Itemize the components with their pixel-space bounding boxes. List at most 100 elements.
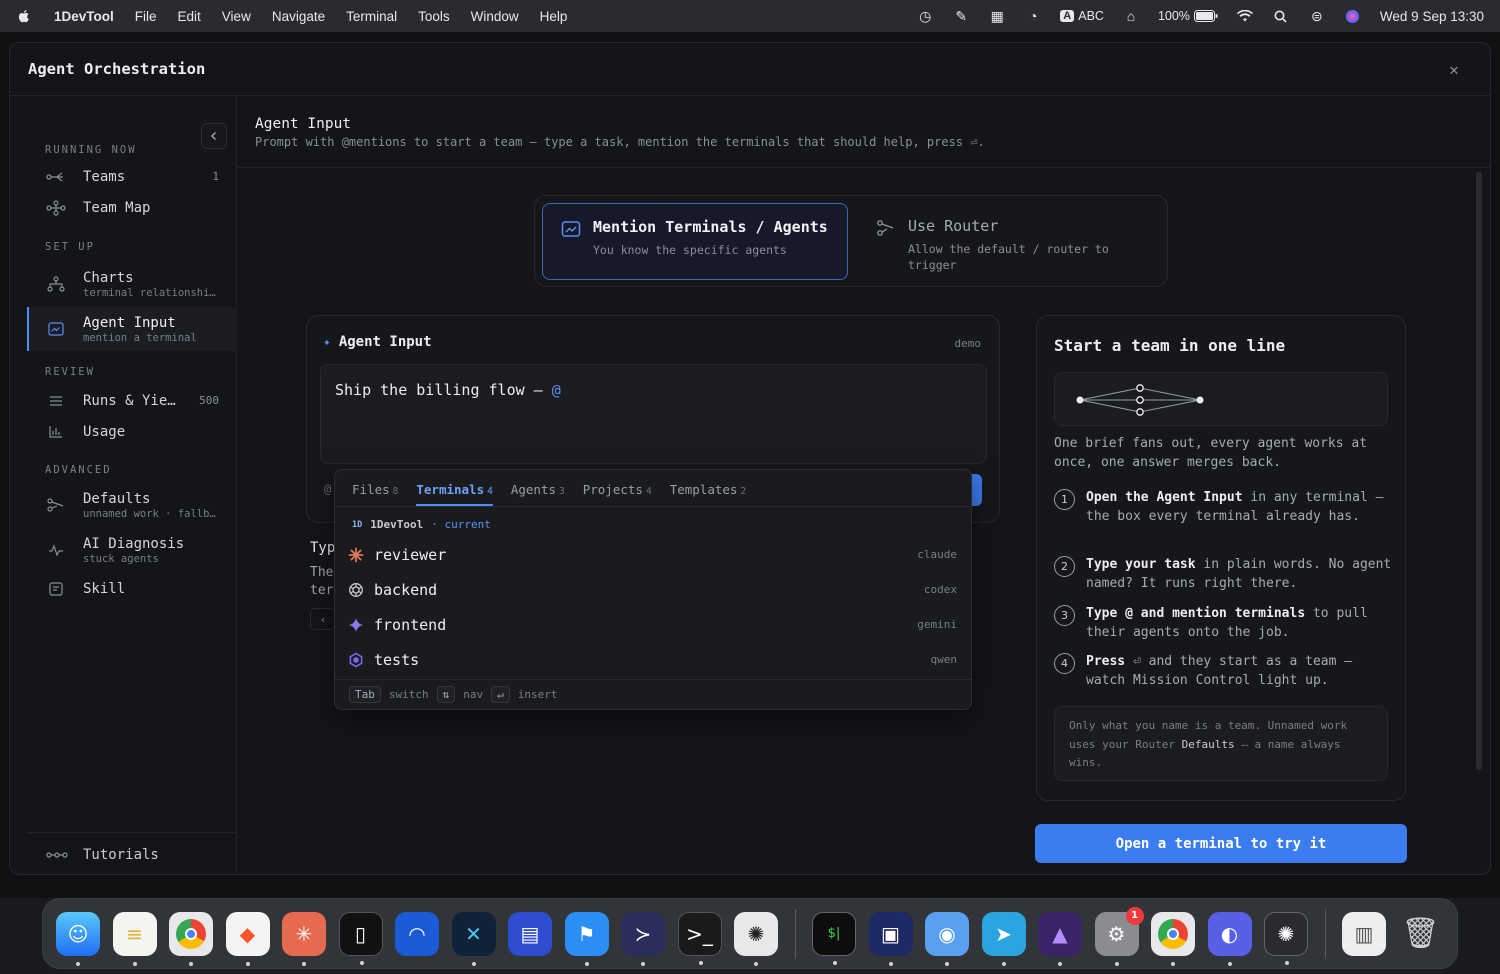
list-icon <box>45 392 67 410</box>
hint-prev-button[interactable]: ‹ <box>310 608 336 630</box>
control-center-icon[interactable]: ⊜ <box>1308 8 1326 24</box>
terminal-agent: gemini <box>917 618 957 631</box>
sidebar-label-charts: Charts <box>83 269 134 286</box>
sidebar-item-team-map[interactable]: Team Map <box>27 192 237 223</box>
menu-tools[interactable]: Tools <box>418 9 450 24</box>
chatgpt2-icon[interactable]: ✺ <box>1264 911 1308 965</box>
agent-input-icon <box>45 320 67 338</box>
sidebar-item-teams[interactable]: Teams 1 <box>27 161 237 192</box>
app-purple-icon[interactable]: ▲ <box>1038 911 1082 966</box>
hint-line-1: The <box>310 565 334 580</box>
sidebar-item-defaults[interactable]: Defaults unnamed work · fallb… <box>27 483 237 527</box>
menu-file[interactable]: File <box>135 9 157 24</box>
menu-terminal[interactable]: Terminal <box>346 9 397 24</box>
settings-icon[interactable]: ⚙ 1 <box>1094 906 1144 966</box>
sidebar-label-defaults: Defaults <box>83 490 151 507</box>
terminal-option-reviewer[interactable]: reviewer claude <box>335 537 971 572</box>
terminal-option-frontend[interactable]: frontend gemini <box>335 607 971 642</box>
grid-icon[interactable]: ▦ <box>988 8 1006 24</box>
sidebar: RUNNING NOW Teams 1 Team Map SET UP Char… <box>10 97 237 874</box>
cast-icon[interactable]: ⌂ <box>1122 8 1140 24</box>
menu-edit[interactable]: Edit <box>178 9 201 24</box>
time-machine-icon[interactable]: ◷ <box>916 8 934 24</box>
cpu-gauge-icon[interactable]: ◔ <box>1024 8 1042 24</box>
telegram-icon[interactable]: ➤ <box>981 911 1026 966</box>
battery-icon[interactable]: 100% <box>1158 8 1218 24</box>
dock-separator <box>1324 908 1326 959</box>
pen-icon[interactable]: ✎ <box>952 8 970 24</box>
charts-icon <box>45 275 67 293</box>
open-terminal-button[interactable]: Open a terminal to try it <box>1035 824 1407 863</box>
menubar-clock[interactable]: Wed 9 Sep 13:30 <box>1380 9 1484 24</box>
sidebar-item-usage[interactable]: Usage <box>27 416 237 447</box>
menu-window[interactable]: Window <box>471 9 519 24</box>
input-source-icon[interactable]: A ABC <box>1060 8 1104 24</box>
agent-prompt-input[interactable]: Ship the billing flow — @ <box>320 364 987 464</box>
notes-icon[interactable]: ≡ <box>112 911 157 966</box>
modal-title: Agent Orchestration <box>28 60 206 78</box>
openai-icon <box>348 582 364 598</box>
step-number: 4 <box>1054 653 1075 674</box>
wifi-icon[interactable] <box>1236 8 1254 24</box>
app-chat-icon[interactable]: ◐ <box>1207 911 1252 966</box>
tab-templates[interactable]: Templates 2 <box>670 482 746 506</box>
tab-projects[interactable]: Projects 4 <box>583 482 652 506</box>
trash-icon[interactable]: 🗑 <box>1399 912 1443 956</box>
sidebar-item-tutorials[interactable]: Tutorials <box>27 832 237 874</box>
menu-view[interactable]: View <box>222 9 251 24</box>
brave-icon[interactable]: ◆ <box>225 911 270 966</box>
tab-terminals[interactable]: Terminals 4 <box>416 482 493 506</box>
sidebar-item-ai-diagnosis[interactable]: AI Diagnosis stuck agents <box>27 528 237 572</box>
app-vpn-icon[interactable]: ◉ <box>925 911 969 966</box>
menu-app-name[interactable]: 1DevTool <box>54 9 114 24</box>
enter-key: ↵ <box>491 686 510 703</box>
sidebar-label-agent-input: Agent Input <box>83 314 176 331</box>
content-scrollbar[interactable] <box>1476 172 1482 770</box>
menu-navigate[interactable]: Navigate <box>272 9 325 24</box>
terminal-option-tests[interactable]: tests qwen <box>335 642 971 677</box>
chrome2-icon[interactable] <box>1151 911 1195 966</box>
close-icon[interactable]: ✕ <box>1444 59 1464 79</box>
document-icon[interactable]: ▥ <box>1342 911 1386 956</box>
app-cross-icon[interactable]: ✕ <box>451 911 496 966</box>
menu-help[interactable]: Help <box>540 9 568 24</box>
apple-icon[interactable] <box>16 8 32 24</box>
app-finder2-icon[interactable]: ▣ <box>868 911 913 966</box>
step-number: 1 <box>1054 489 1075 510</box>
sidebar-item-skill[interactable]: Skill <box>27 573 237 604</box>
nav-hint: nav <box>463 688 484 701</box>
mode-use-router[interactable]: Use Router Allow the default / router to… <box>858 203 1158 280</box>
chrome-icon[interactable] <box>169 911 213 966</box>
gemini-icon <box>348 617 364 633</box>
app-blue-icon[interactable]: ◠ <box>395 911 439 956</box>
chatgpt-icon[interactable]: ✺ <box>734 911 778 966</box>
qwen-icon <box>348 652 364 668</box>
mention-terminal-icon <box>561 220 581 240</box>
finder-icon[interactable]: ☺ <box>56 911 100 966</box>
tab-files[interactable]: Files 8 <box>352 482 398 506</box>
app-flag-icon[interactable]: ⚑ <box>564 911 609 966</box>
project-name: 1DevTool <box>370 518 424 531</box>
sidebar-item-runs[interactable]: Runs & Yie… 500 <box>27 385 237 416</box>
search-icon[interactable] <box>1272 8 1290 24</box>
demo-tag: demo <box>954 337 982 350</box>
tab-agents-count: 3 <box>559 486 565 497</box>
bar-chart-icon <box>45 423 67 441</box>
mention-button[interactable]: @ <box>324 482 331 496</box>
sidebar-item-agent-input[interactable]: Agent Input mention a terminal <box>27 307 237 351</box>
1devtool-app-icon[interactable]: ▯ <box>338 911 383 965</box>
teams-count: 1 <box>212 170 219 183</box>
terminal-option-backend[interactable]: backend codex <box>335 572 971 607</box>
tab-agents[interactable]: Agents 3 <box>511 482 565 506</box>
app-doc-icon[interactable]: ▤ <box>508 911 552 956</box>
sidebar-item-charts[interactable]: Charts terminal relationshi… <box>27 261 237 307</box>
powershell-icon[interactable]: ≻ <box>621 911 665 966</box>
siri-icon[interactable] <box>1344 8 1362 24</box>
claude-app-icon[interactable]: ✳ <box>282 911 326 966</box>
iterm-icon[interactable]: $| <box>812 911 856 965</box>
collapse-sidebar-button[interactable] <box>201 123 227 149</box>
terminal-app-icon[interactable]: >_ <box>677 911 722 965</box>
step-1: 1 Open the Agent Input in any terminal —… <box>1054 488 1394 526</box>
mode-mention-terminals[interactable]: Mention Terminals / Agents You know the … <box>542 203 848 280</box>
dock-separator <box>794 908 796 959</box>
